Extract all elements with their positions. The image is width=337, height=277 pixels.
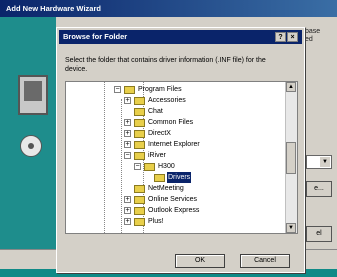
tree-guide-line [121,99,122,233]
folder-icon [134,130,145,138]
tree-item-label: Program Files [138,86,182,93]
chevron-down-icon[interactable]: ▼ [320,157,330,167]
collapse-icon[interactable]: − [114,86,121,93]
close-button[interactable]: × [287,32,298,42]
scroll-thumb[interactable] [286,142,296,174]
folder-icon [134,196,145,204]
tree-item-label: Online Services [148,196,198,203]
cancel-button[interactable]: Cancel [240,254,290,268]
tree-item-label: H300 [158,163,175,170]
browse-folder-dialog: Browse for Folder ? × Select the folder … [56,27,305,273]
folder-icon [124,86,135,94]
folder-icon [134,97,145,105]
monitor-icon [18,75,48,115]
open-folder-icon [154,174,165,182]
folder-icon [134,152,145,160]
tree-item-label: DirectX [148,130,171,137]
wizard-partial-text: base ed [305,28,321,43]
tree-item-label: Chat [148,108,163,115]
help-button[interactable]: ? [275,32,286,42]
collapse-icon[interactable]: − [124,152,131,159]
folder-icon [134,108,145,116]
tree-item-label: Internet Explorer [148,141,200,148]
expand-icon[interactable]: + [124,130,131,137]
folder-icon [134,207,145,215]
wizard-browse-button[interactable]: e... [306,181,332,197]
wizard-cancel-button[interactable]: el [306,226,332,242]
folder-icon [134,141,145,149]
folder-icon [134,119,145,127]
expand-icon[interactable]: + [124,218,131,225]
dialog-title: Browse for Folder [63,32,128,41]
tree-item-label: Drivers [167,172,192,183]
scroll-up-icon[interactable]: ▲ [286,82,296,92]
folder-tree[interactable]: − Program Files + Accessories Chat + Com… [65,81,298,234]
folder-icon [134,218,145,226]
tree-item-label: Accessories [148,97,186,104]
wizard-dropdown[interactable]: ▼ [306,155,332,169]
expand-icon[interactable]: + [124,119,131,126]
wizard-title: Add New Hardware Wizard [0,0,337,17]
tree-scrollbar[interactable]: ▲ ▼ [285,82,297,233]
expand-icon[interactable]: + [124,196,131,203]
dialog-instruction: Select the folder that contains driver i… [65,57,266,73]
tree-item-label: Common Files [148,119,194,126]
expand-icon[interactable]: + [124,207,131,214]
tree-item-label: Plus! [148,218,164,225]
expand-icon[interactable]: + [124,141,131,148]
cd-disc-icon [20,135,42,157]
ok-button[interactable]: OK [175,254,225,268]
folder-icon [144,163,155,171]
tree-item-label: Outlook Express [148,207,200,214]
tree-item-label: iRiver [148,152,166,159]
tree-item-label: NetMeeting [148,185,184,192]
tree-guide-line [104,82,105,233]
expand-icon[interactable]: + [124,97,131,104]
folder-icon [134,185,145,193]
wizard-side-panel [0,17,56,249]
collapse-icon[interactable]: − [134,163,141,170]
dialog-title-bar: Browse for Folder ? × [59,30,302,44]
scroll-down-icon[interactable]: ▼ [286,223,296,233]
